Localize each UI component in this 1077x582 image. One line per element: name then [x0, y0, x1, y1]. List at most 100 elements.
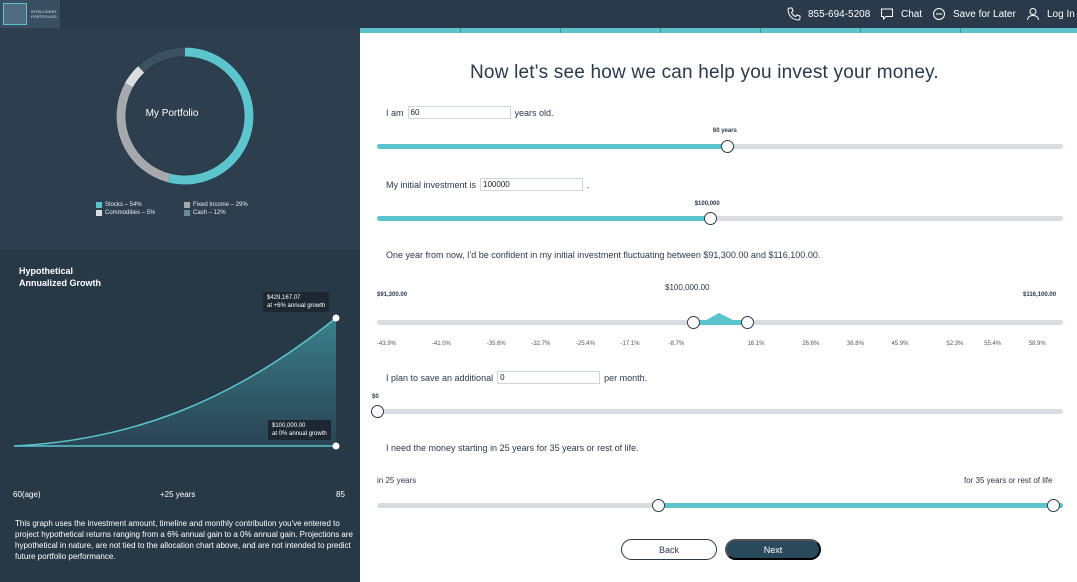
percent-tick-label: -8.7%: [668, 341, 685, 347]
high-projection-tooltip: $429,167.07 at +6% annual growth: [263, 292, 330, 312]
legend-label: Fixed Income – 29%: [193, 202, 248, 208]
fluctuation-range-slider[interactable]: [377, 313, 1063, 329]
percent-tick-label: 26.6%: [802, 341, 820, 347]
low-projection-tooltip: $100,000.00 at 0% annual growth: [268, 420, 331, 440]
legend-swatch: [96, 202, 102, 208]
fluctuation-high-handle[interactable]: [741, 316, 755, 329]
growth-title-line-2: Annualized Growth: [19, 278, 101, 288]
percent-tick-label: -32.7%: [531, 341, 551, 347]
savings-prefix: I plan to save an additional: [386, 372, 494, 383]
fluctuation-low-handle[interactable]: [686, 316, 700, 329]
growth-chart-title: Hypothetical Annualized Growth: [19, 265, 101, 289]
timeline-end-label: for 35 years or rest of life: [964, 476, 1053, 485]
legend-item-2: Commodities – 5%: [96, 210, 184, 216]
fluctuation-low-label: $91,300.00: [377, 292, 408, 298]
legend-item-0: Stocks – 54%: [96, 202, 184, 208]
percent-tick-label: 52.3%: [946, 341, 964, 347]
percent-tick-label: 55.4%: [984, 341, 1002, 347]
investment-input[interactable]: [480, 178, 584, 191]
chat-label: Chat: [901, 8, 923, 20]
x-axis-start-label: 60(age): [13, 490, 41, 499]
timeline-range-fill: [658, 503, 1063, 508]
page-title: Now let's see how we can help you invest…: [470, 62, 939, 83]
login-label: Log In: [1047, 8, 1075, 20]
logo-text: INTELLIGENT PORTFOLIOS: [31, 9, 57, 19]
investment-slider-handle[interactable]: [703, 212, 717, 225]
growth-explanation: This graph uses the investment amount, t…: [15, 519, 353, 561]
age-slider[interactable]: [377, 140, 1063, 153]
fluctuation-percent-scale: -43.9% -41.0% -35.6% -32.7% -25.4% -17.1% -8.7…: [377, 341, 1063, 351]
high-projection-note: at +6% annual growth: [267, 303, 326, 309]
timeline-question: I need the money starting in 25 years fo…: [386, 443, 639, 453]
step-progress-bar: [360, 28, 1077, 33]
legend-label: Commodities – 5%: [105, 210, 156, 216]
growth-projection-chart: [14, 314, 340, 450]
savings-input[interactable]: [497, 371, 601, 384]
investment-prefix: My initial investment is: [386, 179, 477, 190]
investment-question: My initial investment is .: [386, 178, 590, 191]
savings-slider-handle[interactable]: [371, 405, 384, 418]
savings-slider-value: $0: [372, 394, 379, 400]
low-projection-note: at 0% annual growth: [272, 431, 327, 437]
legend-swatch: [96, 210, 102, 216]
phone-icon: [787, 7, 801, 21]
timeline-end-handle[interactable]: [1046, 499, 1060, 512]
fluctuation-high-label: $116,100.00: [1023, 292, 1057, 298]
donut-segment-2: [124, 66, 145, 88]
chat-icon: [881, 8, 893, 21]
portfolio-side-panel: My Portfolio Stocks – 54% Fixed Income – …: [0, 28, 360, 582]
fluctuation-question: One year from now, I'd be confident in m…: [386, 250, 821, 260]
timeline-start-label: in 25 years: [377, 476, 417, 485]
percent-tick-label: -25.4%: [575, 341, 595, 347]
savings-slider[interactable]: [371, 405, 1063, 418]
portfolio-title: My Portfolio: [145, 108, 199, 119]
investment-form: Now let's see how we can help you invest…: [360, 28, 1077, 582]
percent-tick-label: -17.1%: [620, 341, 640, 347]
save-for-later-link[interactable]: Save for Later: [932, 5, 1016, 23]
age-slider-value: 60 years: [712, 128, 737, 134]
age-slider-fill: [377, 144, 727, 149]
phone-number: 855-694-5208: [808, 8, 871, 20]
legend-swatch: [184, 210, 190, 216]
fluctuation-range-fill: [692, 320, 748, 325]
legend-item-1: Fixed Income – 29%: [184, 202, 284, 208]
savings-suffix: per month.: [604, 372, 648, 383]
percent-tick-label: -43.9%: [377, 341, 397, 347]
percent-tick-label: 36.8%: [846, 341, 864, 347]
portfolio-summary: My Portfolio Stocks – 54% Fixed Income – …: [0, 28, 360, 250]
growth-low-point: [332, 442, 340, 450]
savings-question: I plan to save an additional per month.: [386, 371, 647, 384]
age-suffix: years old.: [514, 107, 554, 118]
back-button[interactable]: Back: [621, 539, 717, 560]
percent-tick-label: 45.9%: [891, 341, 909, 347]
age-question: I am years old.: [386, 106, 554, 119]
legend-swatch: [184, 202, 190, 208]
legend-label: Stocks – 54%: [105, 202, 142, 208]
percent-tick-label: 16.1%: [747, 341, 765, 347]
next-button[interactable]: Next: [725, 539, 821, 560]
percent-tick-label: -35.6%: [486, 341, 506, 347]
low-projection-value: $100,000.00: [272, 423, 306, 429]
timeline-range-slider[interactable]: [377, 499, 1063, 512]
fluctuation-center-value: $100,000.00: [665, 283, 710, 292]
age-prefix: I am: [386, 107, 404, 118]
growth-title-line-1: Hypothetical: [19, 266, 74, 276]
brand-logo[interactable]: INTELLIGENT PORTFOLIOS: [0, 0, 60, 28]
timeline-start-handle[interactable]: [652, 499, 666, 512]
chat-link[interactable]: Chat: [880, 5, 922, 23]
age-input[interactable]: [407, 106, 511, 119]
legend-label: Cash – 12%: [193, 210, 226, 216]
clock-icon: [933, 8, 945, 20]
phone-link[interactable]: 855-694-5208: [787, 5, 870, 23]
login-link[interactable]: Log In: [1026, 5, 1075, 23]
investment-suffix: .: [587, 179, 590, 190]
investment-slider[interactable]: [377, 212, 1063, 225]
age-slider-handle[interactable]: [720, 140, 734, 153]
top-nav-bar: INTELLIGENT PORTFOLIOS 855-694-5208 Chat…: [0, 0, 1077, 28]
allocation-legend: Stocks – 54% Fixed Income – 29% Commoditie…: [96, 202, 296, 216]
investment-slider-fill: [377, 216, 710, 221]
investment-slider-value: $100,000: [694, 201, 720, 207]
high-projection-value: $429,167.07: [267, 295, 301, 301]
legend-item-3: Cash – 12%: [184, 210, 284, 216]
x-axis-mid-label: +25 years: [160, 490, 196, 499]
